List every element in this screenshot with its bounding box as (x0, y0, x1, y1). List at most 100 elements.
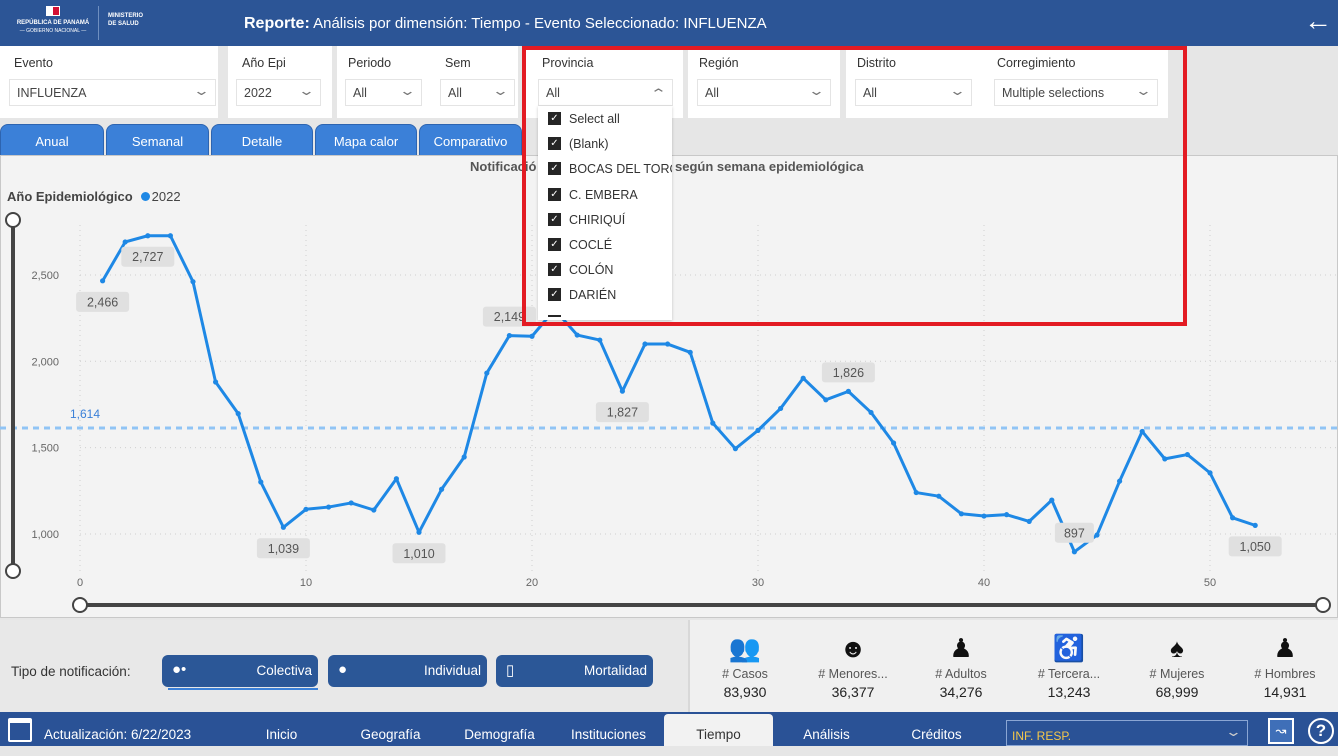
x-slider-handle-left[interactable] (72, 597, 88, 613)
checkbox-checked-icon[interactable]: ✓ (548, 162, 561, 176)
data-point[interactable] (303, 506, 309, 512)
data-point[interactable] (778, 405, 784, 412)
checkbox-checked-icon[interactable]: ✓ (548, 288, 561, 302)
data-point[interactable] (1184, 451, 1190, 458)
arrow-left-icon[interactable]: ← (1304, 6, 1334, 38)
data-point[interactable] (1071, 549, 1077, 555)
data-point[interactable] (574, 332, 580, 338)
data-point[interactable] (1117, 478, 1123, 484)
data-point[interactable] (326, 504, 332, 510)
evento-dropdown[interactable]: INFLUENZA ⌄ (9, 79, 216, 106)
tab-mapa-calor[interactable]: Mapa calor (315, 124, 417, 156)
provincia-dropdown[interactable]: All ⌃ (538, 79, 673, 106)
data-point[interactable] (348, 500, 354, 506)
nav-inicio[interactable]: Inicio (227, 714, 336, 746)
periodo-dropdown[interactable]: All ⌄ (345, 79, 422, 106)
mortalidad-button[interactable]: ▯ Mortalidad (496, 655, 653, 687)
data-point[interactable] (145, 233, 151, 239)
data-point[interactable] (258, 479, 264, 485)
tab-anual[interactable]: Anual (0, 124, 104, 156)
data-point[interactable] (642, 341, 648, 347)
data-point[interactable] (100, 278, 106, 284)
nav-créditos[interactable]: Créditos (882, 714, 991, 746)
anio-dropdown[interactable]: 2022 ⌄ (236, 79, 321, 106)
logo-divider (98, 6, 99, 40)
data-point[interactable] (800, 375, 806, 381)
x-slider-handle-right[interactable] (1315, 597, 1331, 613)
data-point[interactable] (1162, 456, 1168, 462)
data-point[interactable] (665, 341, 671, 347)
provincia-option[interactable]: ✓ COCLÉ (538, 233, 672, 258)
inf-resp-dropdown[interactable]: INF. RESP. ⌄ (1006, 720, 1248, 746)
data-point[interactable] (687, 349, 693, 355)
tab-semanal[interactable]: Semanal (106, 124, 209, 156)
data-point[interactable] (484, 370, 490, 376)
y-slider-handle-top[interactable] (5, 212, 21, 228)
data-point[interactable] (371, 507, 377, 513)
data-point[interactable] (439, 486, 445, 492)
data-point[interactable] (1230, 515, 1236, 521)
provincia-option[interactable]: ✓ Select all (538, 107, 672, 132)
provincia-option[interactable]: ✓ BOCAS DEL TORO (538, 157, 672, 182)
data-point[interactable] (235, 411, 241, 417)
distrito-dropdown[interactable]: All ⌄ (855, 79, 972, 106)
data-point[interactable] (506, 332, 512, 339)
data-point[interactable] (913, 489, 919, 496)
checkbox-checked-icon[interactable]: ✓ (548, 212, 561, 226)
provincia-option[interactable]: ✓ (Blank) (538, 132, 672, 157)
data-point[interactable] (981, 513, 987, 519)
data-point[interactable] (755, 427, 761, 433)
data-point[interactable] (823, 397, 829, 403)
nav-geografía[interactable]: Geografía (336, 714, 445, 746)
data-point[interactable] (891, 440, 897, 446)
colectiva-button[interactable]: ●• Colectiva (162, 655, 318, 687)
data-point[interactable] (1139, 428, 1145, 435)
provincia-option[interactable]: ✓ CHIRIQUÍ (538, 208, 672, 233)
checkbox-checked-icon[interactable]: ✓ (548, 238, 561, 251)
report-chart-icon[interactable]: ↝ (1268, 718, 1294, 744)
data-point[interactable] (280, 524, 286, 530)
tab-comparativo[interactable]: Comparativo (419, 124, 522, 156)
checkbox-checked-icon[interactable]: ✓ (548, 137, 561, 151)
data-point[interactable] (732, 446, 739, 452)
data-point[interactable] (461, 454, 467, 460)
provincia-option[interactable]: ✓ C. EMBERA (538, 183, 672, 208)
data-point[interactable] (619, 388, 626, 394)
sem-dropdown[interactable]: All ⌄ (440, 79, 515, 106)
data-point[interactable] (597, 337, 603, 343)
data-point[interactable] (190, 279, 196, 285)
nav-demografía[interactable]: Demografía (445, 714, 554, 746)
data-point[interactable] (167, 233, 173, 239)
nav-tiempo[interactable]: Tiempo (664, 714, 773, 746)
data-point[interactable] (1252, 522, 1258, 528)
provincia-options-list[interactable]: ✓ Select all ✓ (Blank) ✓ BOCAS DEL TORO ✓ C. EM… (538, 106, 672, 320)
data-point[interactable] (868, 409, 874, 416)
nav-análisis[interactable]: Análisis (772, 714, 881, 746)
provincia-option[interactable]: ✓ DARIÉN (538, 283, 672, 308)
data-point[interactable] (710, 420, 716, 426)
data-point[interactable] (958, 511, 965, 517)
data-point[interactable] (845, 388, 852, 394)
provincia-option[interactable]: ✓ COLÓN (538, 258, 672, 283)
checkbox-checked-icon[interactable]: ✓ (548, 187, 561, 201)
data-point[interactable] (393, 476, 399, 482)
y-slider-handle-bottom[interactable] (5, 563, 21, 579)
individual-button[interactable]: ● Individual (328, 655, 487, 687)
checkbox-checked-icon[interactable]: ✓ (548, 112, 561, 125)
data-point[interactable] (529, 333, 535, 339)
data-point[interactable] (936, 493, 942, 499)
data-point[interactable] (122, 239, 128, 245)
data-point[interactable] (213, 379, 219, 385)
data-point[interactable] (1049, 497, 1055, 503)
data-point[interactable] (1026, 518, 1032, 524)
data-point[interactable] (1207, 470, 1213, 476)
nav-instituciones[interactable]: Instituciones (554, 714, 663, 746)
tab-detalle[interactable]: Detalle (211, 124, 313, 156)
corregimiento-dropdown[interactable]: Multiple selections ⌄ (994, 79, 1158, 106)
region-dropdown[interactable]: All ⌄ (697, 79, 831, 106)
data-point[interactable] (1094, 532, 1100, 538)
help-icon[interactable]: ? (1308, 718, 1334, 744)
data-point[interactable] (1004, 512, 1010, 518)
checkbox-checked-icon[interactable]: ✓ (548, 263, 561, 277)
data-point[interactable] (416, 529, 422, 535)
